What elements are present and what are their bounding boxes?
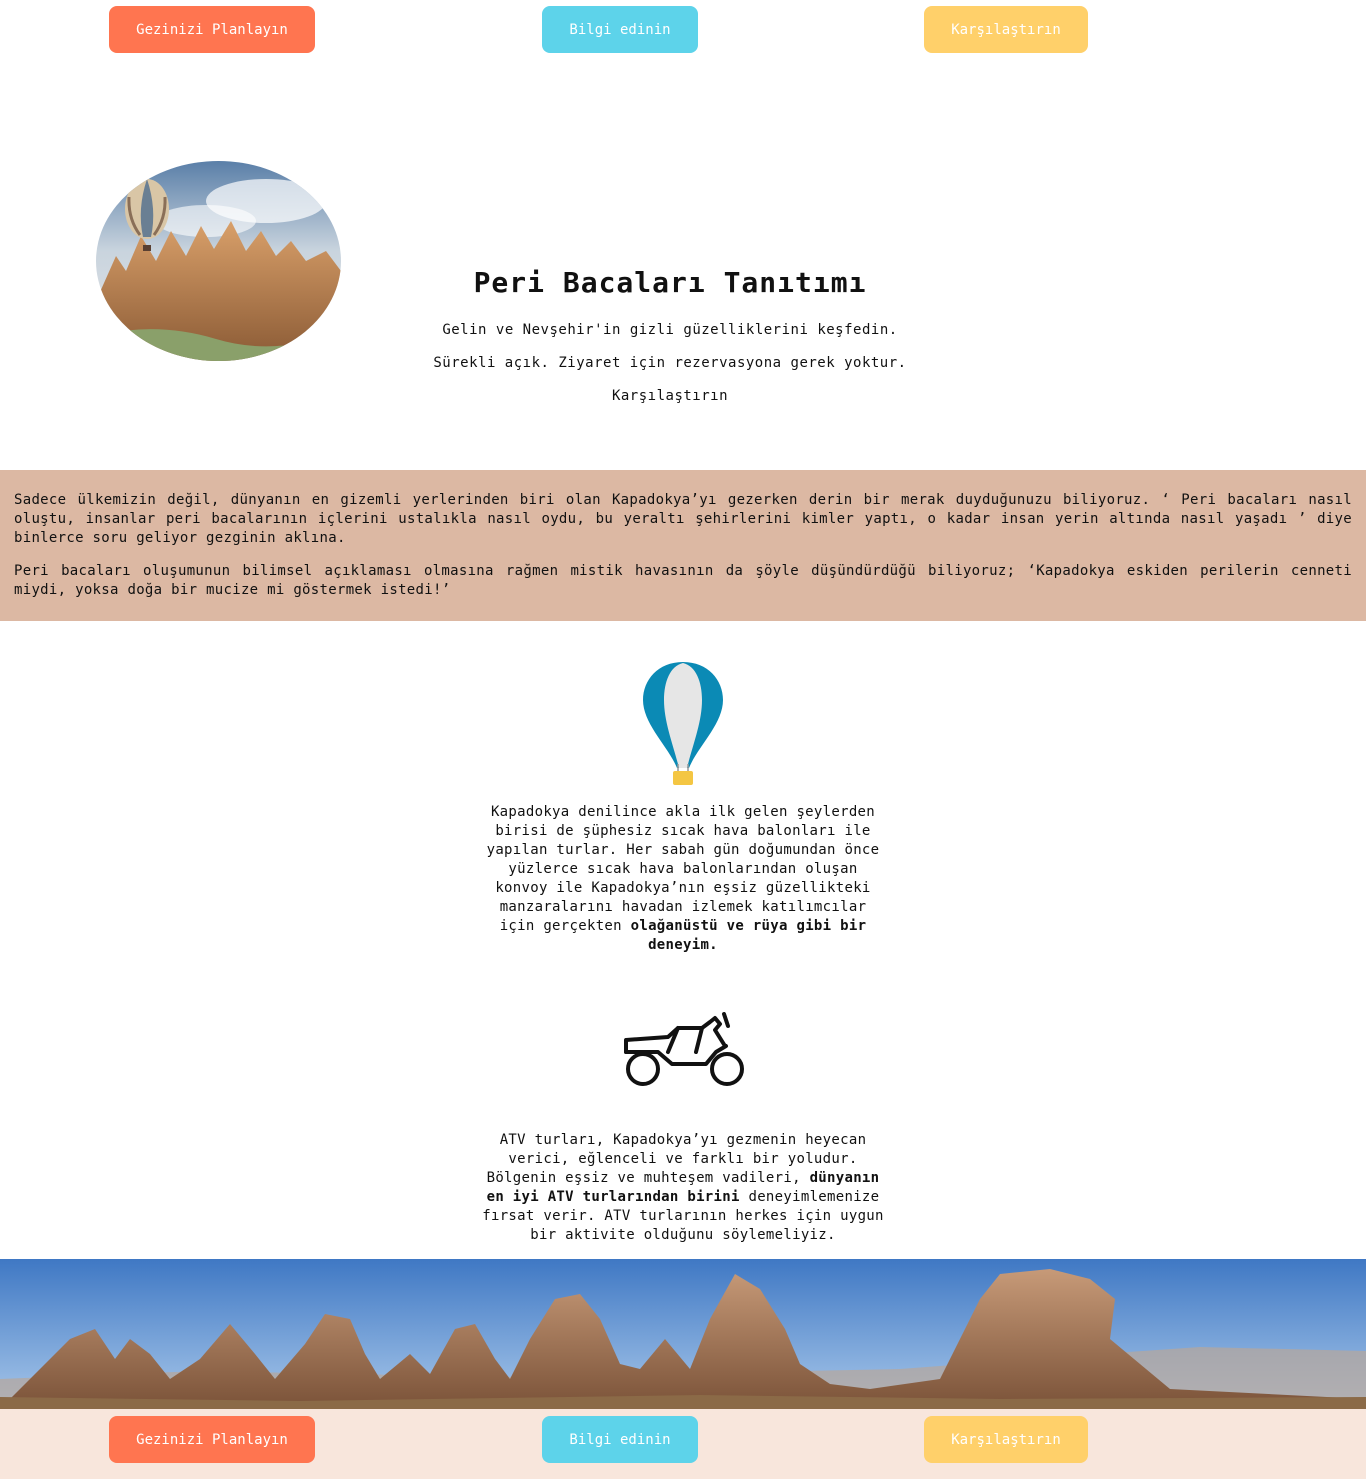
plan-trip-button[interactable]: Gezinizi Planlayın xyxy=(109,1416,315,1463)
compare-button[interactable]: Karşılaştırın xyxy=(924,6,1088,53)
get-info-button[interactable]: Bilgi edinin xyxy=(542,6,698,53)
atv-description: ATV turları, Kapadokya’yı gezmenin heyec… xyxy=(480,1131,886,1245)
hot-air-balloon-icon xyxy=(640,660,726,786)
hero-tagline: Gelin ve Nevşehir'in gizli güzelliklerin… xyxy=(442,322,898,338)
footer-nav: Gezinizi Planlayın Bilgi edinin Karşılaş… xyxy=(0,1409,1366,1479)
atv-icon xyxy=(620,1012,746,1090)
get-info-button[interactable]: Bilgi edinin xyxy=(542,1416,698,1463)
top-nav: Gezinizi Planlayın Bilgi edinin Karşılaş… xyxy=(0,0,1366,60)
compare-button[interactable]: Karşılaştırın xyxy=(924,1416,1088,1463)
intro-paragraph: Peri bacaları oluşumunun bilimsel açıkla… xyxy=(14,563,1352,598)
hero-hours-note: Sürekli açık. Ziyaret için rezervasyona … xyxy=(433,355,907,371)
page-title: Peri Bacaları Tanıtımı xyxy=(473,266,867,299)
intro-section: Sadece ülkemizin değil, dünyanın en gize… xyxy=(0,470,1366,621)
intro-paragraph: Sadece ülkemizin değil, dünyanın en gize… xyxy=(14,492,1352,546)
hero-photo xyxy=(96,161,341,361)
cappadocia-panorama-photo xyxy=(0,1259,1366,1409)
balloon-highlight: olağanüstü ve rüya gibi bir deneyim. xyxy=(630,918,867,953)
balloon-description: Kapadokya denilince akla ilk gelen şeyle… xyxy=(480,803,886,955)
balloon-text: Kapadokya denilince akla ilk gelen şeyle… xyxy=(486,804,880,934)
hero-compare-text: Karşılaştırın xyxy=(611,388,729,404)
plan-trip-button[interactable]: Gezinizi Planlayın xyxy=(109,6,315,53)
